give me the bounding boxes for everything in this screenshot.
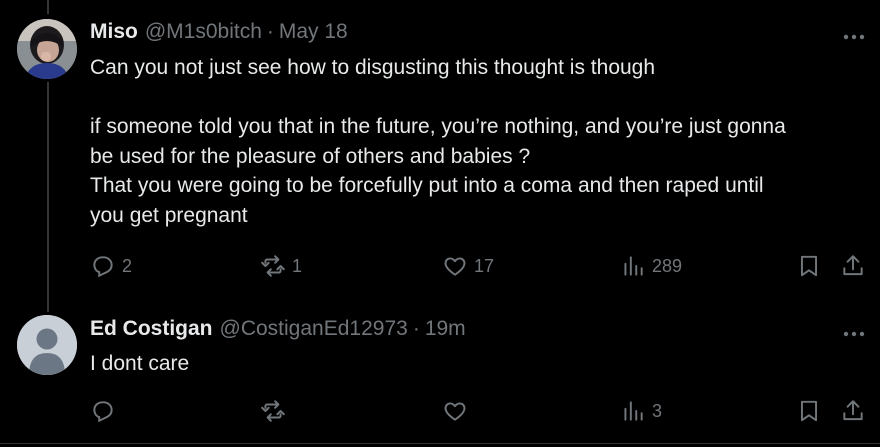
views-button[interactable]: 3 (620, 396, 662, 426)
tweet-text-line: That you were going to be forcefully put… (90, 174, 764, 197)
action-bar: 3 (90, 396, 880, 426)
heart-icon (444, 402, 466, 421)
user-photo-avatar-icon (17, 19, 77, 79)
tweet-text-line: I dont care (90, 352, 190, 375)
bookmark-button[interactable] (796, 396, 822, 426)
heart-icon (444, 257, 466, 276)
repost-button[interactable] (260, 396, 286, 426)
repost-icon (261, 255, 285, 277)
share-icon (843, 255, 863, 276)
avatar[interactable] (17, 19, 77, 79)
action-bar: 2 1 17 289 (90, 251, 880, 281)
repost-button[interactable]: 1 (260, 251, 302, 281)
reply-icon (93, 256, 113, 278)
tweet-text: I dont care (90, 349, 875, 379)
reply-count: 2 (122, 255, 133, 276)
user-handle[interactable]: @CostiganEd12973 (220, 317, 408, 341)
more-options-icon[interactable] (842, 29, 866, 40)
share-icon (843, 400, 863, 421)
share-button[interactable] (840, 251, 866, 281)
more-options-icon[interactable] (842, 326, 866, 337)
tweet-text-line: you get pregnant (90, 203, 248, 227)
thread-connector-line (47, 82, 49, 312)
separator-dot: · (266, 20, 274, 43)
like-button[interactable] (442, 396, 468, 426)
bookmark-icon (800, 255, 818, 277)
display-name[interactable]: Ed Costigan (90, 317, 213, 341)
share-button[interactable] (840, 396, 866, 426)
bookmark-button[interactable] (796, 251, 822, 281)
tweet-text-line: Can you not just see how to disgusting t… (90, 56, 656, 79)
views-chart-icon (624, 401, 643, 421)
timestamp[interactable]: 19m (425, 317, 466, 341)
reply-button[interactable]: 2 (90, 251, 132, 281)
repost-icon (261, 400, 285, 422)
tweet-header: Ed Costigan @CostiganEd12973 · 19m (90, 317, 466, 345)
views-chart-icon (624, 256, 643, 276)
tweet-header: Miso @M1s0bitch · May 18 (90, 20, 348, 48)
tweet-text-line: if someone told you that in the future, … (90, 115, 786, 138)
like-count: 17 (474, 255, 495, 276)
timestamp[interactable]: May 18 (279, 20, 348, 44)
divider (0, 443, 880, 444)
views-button[interactable]: 289 (620, 251, 682, 281)
tweet-text: Can you not just see how to disgusting t… (90, 53, 875, 230)
view-count: 289 (652, 255, 683, 276)
repost-count: 1 (292, 255, 303, 276)
thread-connector-line (47, 0, 49, 14)
avatar[interactable] (17, 315, 77, 375)
tweet-text-line: be used for the pleasure of others and b… (90, 144, 531, 168)
bookmark-icon (800, 400, 818, 422)
reply-button[interactable] (90, 396, 116, 426)
view-count: 3 (652, 400, 663, 421)
user-handle[interactable]: @M1s0bitch (145, 20, 262, 44)
display-name[interactable]: Miso (90, 20, 138, 44)
like-button[interactable]: 17 (442, 251, 494, 281)
default-avatar-icon (17, 315, 77, 375)
separator-dot: · (412, 317, 420, 340)
reply-icon (93, 401, 113, 423)
